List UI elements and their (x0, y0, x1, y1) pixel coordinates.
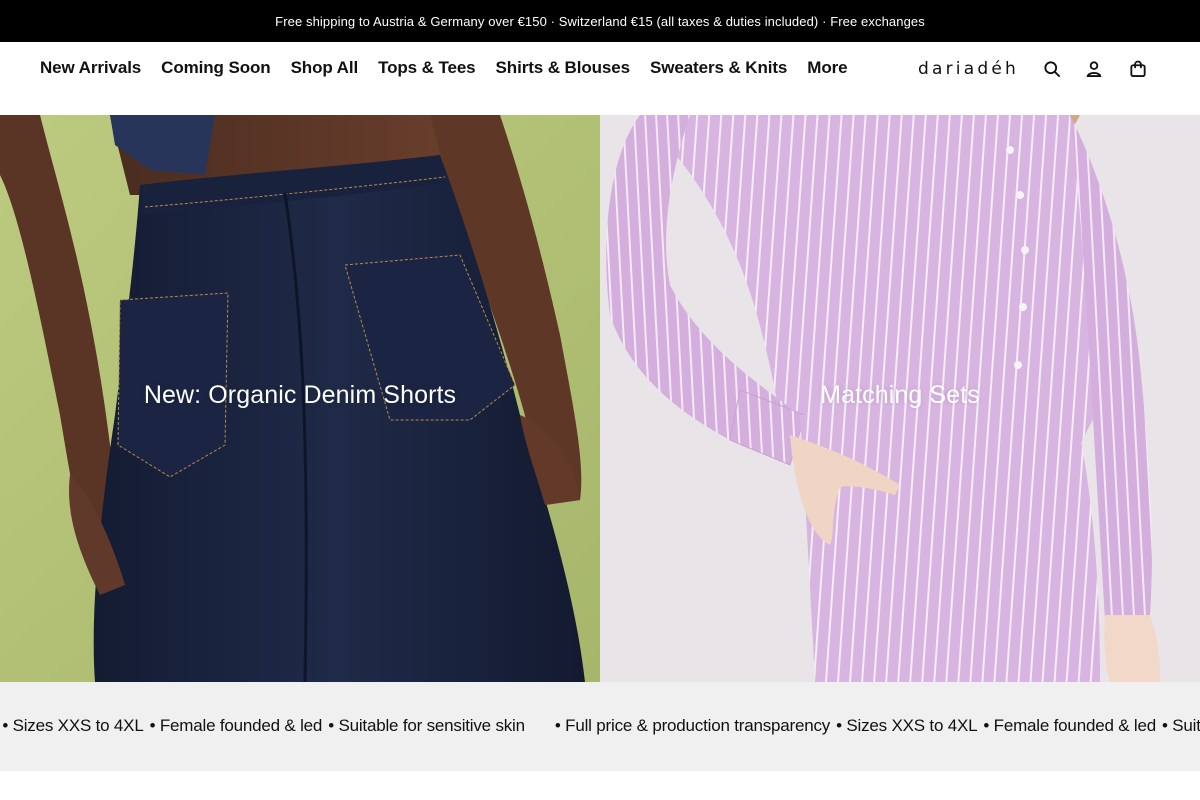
nav-shirts-blouses[interactable]: Shirts & Blouses (496, 58, 631, 78)
usp-marquee: y • Sizes XXS to 4XL • Female founded & … (0, 682, 1200, 771)
cart-bag-icon[interactable] (1127, 58, 1149, 80)
hero-title-denim-shorts: New: Organic Denim Shorts (143, 381, 457, 409)
marquee-item: • Suitable for sensitive skin (328, 716, 525, 735)
marquee-item: • Sizes XXS to 4XL (2, 716, 144, 735)
marquee-item: • Female founded & led (149, 716, 323, 735)
hero-banner: New: Organic Denim Shorts Matching Sets (0, 115, 1200, 682)
search-icon[interactable] (1041, 58, 1063, 80)
site-header: New Arrivals Coming Soon Shop All Tops &… (0, 42, 1200, 115)
nav-new-arrivals[interactable]: New Arrivals (40, 58, 141, 78)
nav-more[interactable]: More (807, 58, 847, 78)
nav-shop-all[interactable]: Shop All (291, 58, 359, 78)
brand-logo[interactable]: dariadéh (918, 59, 1019, 79)
nav-tops-tees[interactable]: Tops & Tees (378, 58, 476, 78)
account-icon[interactable] (1083, 58, 1105, 80)
marquee-item: • Sizes XXS to 4XL (836, 716, 978, 735)
announcement-bar: Free shipping to Austria & Germany over … (0, 0, 1200, 42)
hero-panel-matching-sets[interactable]: Matching Sets (600, 115, 1200, 682)
marquee-item: • Suitable for se (1161, 716, 1200, 735)
main-nav: New Arrivals Coming Soon Shop All Tops &… (40, 58, 848, 78)
hero-panel-denim-shorts[interactable]: New: Organic Denim Shorts (0, 115, 600, 682)
nav-coming-soon[interactable]: Coming Soon (161, 58, 270, 78)
marquee-group: • Full price & production transparency •… (555, 716, 1200, 736)
marquee-item: • Full price & production transparency (554, 716, 831, 735)
nav-sweaters-knits[interactable]: Sweaters & Knits (650, 58, 787, 78)
announcement-text: Free shipping to Austria & Germany over … (275, 13, 925, 29)
marquee-item: • Female founded & led (983, 716, 1156, 735)
hero-title-matching-sets: Matching Sets (820, 381, 980, 409)
marquee-track: y • Sizes XXS to 4XL • Female founded & … (0, 716, 1200, 736)
marquee-group: y • Sizes XXS to 4XL • Female founded & … (0, 716, 531, 736)
